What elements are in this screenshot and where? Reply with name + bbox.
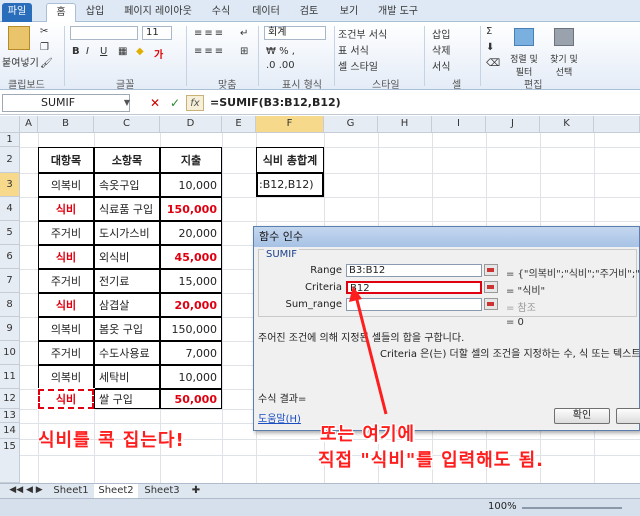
sheet-tab-2[interactable]: Sheet2 (94, 484, 138, 498)
annotation-right-line2: 직접 "식비"를 입력해도 됨. (318, 450, 544, 471)
annotation-right-line1: 또는 여기에 (320, 424, 416, 445)
new-sheet-icon[interactable]: ✚ (186, 484, 206, 498)
status-bar: 100% (0, 498, 640, 516)
annotation-arrow-head (349, 286, 362, 302)
sheet-tab-1[interactable]: Sheet1 (50, 484, 92, 498)
zoom-slider[interactable] (522, 507, 622, 509)
sheet-tab-3[interactable]: Sheet3 (140, 484, 184, 498)
zoom-level: 100% (488, 501, 517, 512)
sheet-tab-bar: ◀◀ ◀ ▶ ▶▶ Sheet1 Sheet2 Sheet3 ✚ (0, 483, 640, 508)
sheet-nav-icons[interactable]: ◀◀ ◀ ▶ ▶▶ (4, 484, 48, 508)
annotation-left: 식비를 콕 집는다! (38, 430, 185, 451)
annotation-arrow-line (354, 295, 388, 415)
